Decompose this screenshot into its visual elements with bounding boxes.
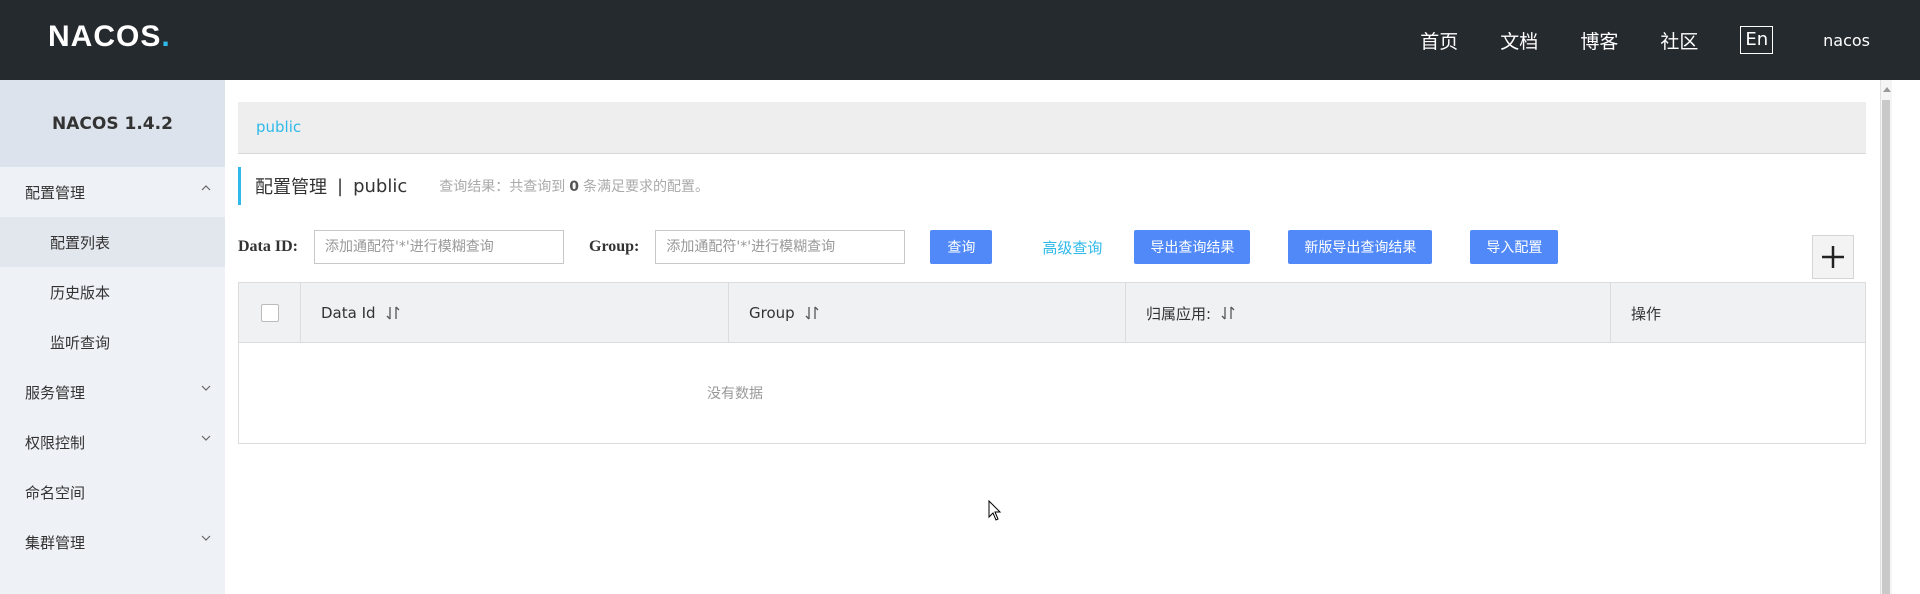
select-all-checkbox[interactable] — [261, 304, 279, 322]
logo-dot: . — [161, 20, 171, 53]
dataid-label: Data ID: — [238, 238, 298, 255]
column-group[interactable]: Group — [729, 283, 1126, 343]
nav-docs[interactable]: 文档 — [1500, 27, 1538, 54]
search-row: Data ID: Group: 查询 高级查询 导出查询结果 新版导出查询结果 … — [238, 230, 1559, 264]
sidebar-item-label: 配置管理 — [25, 183, 86, 202]
sidebar-item-label: 配置列表 — [50, 233, 111, 252]
chevron-up-icon — [199, 181, 213, 195]
sidebar-item-label: 服务管理 — [25, 383, 86, 402]
sidebar-item-config-list[interactable]: 配置列表 — [0, 217, 225, 267]
page-title: 配置管理 | public 查询结果：共查询到 0 条满足要求的配置。 — [238, 167, 709, 205]
group-label: Group: — [589, 238, 640, 255]
namespace-link-public[interactable]: public — [256, 118, 301, 136]
group-input[interactable] — [655, 230, 906, 264]
right-gutter — [1892, 80, 1920, 594]
page-title-text: 配置管理 — [255, 177, 327, 198]
sort-icon[interactable] — [805, 305, 819, 321]
nav-community[interactable]: 社区 — [1660, 27, 1698, 54]
sidebar-item-label: 命名空间 — [25, 483, 86, 502]
sidebar: NACOS 1.4.2 配置管理 配置列表 历史版本 监听查询 服务管理 权限控… — [0, 80, 225, 594]
top-header: NACOS. 首页 文档 博客 社区 En nacos — [0, 0, 1920, 80]
sidebar-item-label: 监听查询 — [50, 333, 111, 352]
plus-icon — [1822, 246, 1844, 268]
nav-blog[interactable]: 博客 — [1580, 27, 1618, 54]
add-config-button[interactable] — [1812, 235, 1854, 279]
sidebar-item-history[interactable]: 历史版本 — [0, 267, 225, 317]
chevron-down-icon — [199, 431, 213, 445]
result-count: 0 — [569, 179, 579, 195]
scroll-up-icon[interactable] — [1883, 86, 1891, 92]
top-nav: 首页 文档 博客 社区 En nacos — [1378, 0, 1870, 80]
import-config-button[interactable]: 导入配置 — [1470, 230, 1559, 264]
nacos-logo[interactable]: NACOS. — [48, 20, 171, 54]
logo-text: NACOS — [48, 20, 162, 53]
sidebar-item-config-management[interactable]: 配置管理 — [0, 167, 225, 217]
config-table: Data Id Group 归属应用: 操作 没有数据 — [238, 282, 1866, 444]
column-operation: 操作 — [1631, 304, 1662, 323]
scrollbar-thumb[interactable] — [1882, 100, 1890, 594]
table-header: Data Id Group 归属应用: 操作 — [239, 283, 1865, 343]
sort-icon[interactable] — [386, 305, 400, 321]
sidebar-item-label: 权限控制 — [25, 433, 86, 452]
user-menu[interactable]: nacos — [1823, 31, 1870, 50]
sidebar-item-label: 集群管理 — [25, 533, 86, 552]
dataid-input[interactable] — [314, 230, 564, 264]
query-result-summary: 查询结果：共查询到 0 条满足要求的配置。 — [439, 179, 709, 195]
column-data-id[interactable]: Data Id — [301, 283, 729, 343]
mouse-cursor-icon — [988, 500, 1002, 521]
chevron-down-icon — [199, 381, 213, 395]
chevron-down-icon — [199, 531, 213, 545]
sidebar-item-label: 历史版本 — [50, 283, 111, 302]
sort-icon[interactable] — [1221, 305, 1235, 321]
page-title-namespace: public — [353, 175, 408, 197]
title-separator: | — [337, 175, 344, 197]
query-button[interactable]: 查询 — [930, 230, 993, 264]
nav-home[interactable]: 首页 — [1420, 27, 1458, 54]
sidebar-item-access-control[interactable]: 权限控制 — [0, 417, 225, 467]
version-label: NACOS 1.4.2 — [0, 80, 225, 167]
sidebar-item-namespace[interactable]: 命名空间 — [0, 467, 225, 517]
sidebar-item-service-management[interactable]: 服务管理 — [0, 367, 225, 417]
column-app[interactable]: 归属应用: — [1126, 283, 1611, 343]
empty-state: 没有数据 — [707, 386, 763, 402]
export-new-button[interactable]: 新版导出查询结果 — [1288, 230, 1433, 264]
select-all-cell — [239, 283, 301, 343]
advanced-query-link[interactable]: 高级查询 — [1042, 237, 1102, 258]
language-toggle[interactable]: En — [1740, 26, 1774, 54]
namespace-bar: public — [238, 102, 1866, 154]
sidebar-item-listener-query[interactable]: 监听查询 — [0, 317, 225, 367]
export-button[interactable]: 导出查询结果 — [1134, 230, 1251, 264]
sidebar-item-cluster-management[interactable]: 集群管理 — [0, 517, 225, 567]
